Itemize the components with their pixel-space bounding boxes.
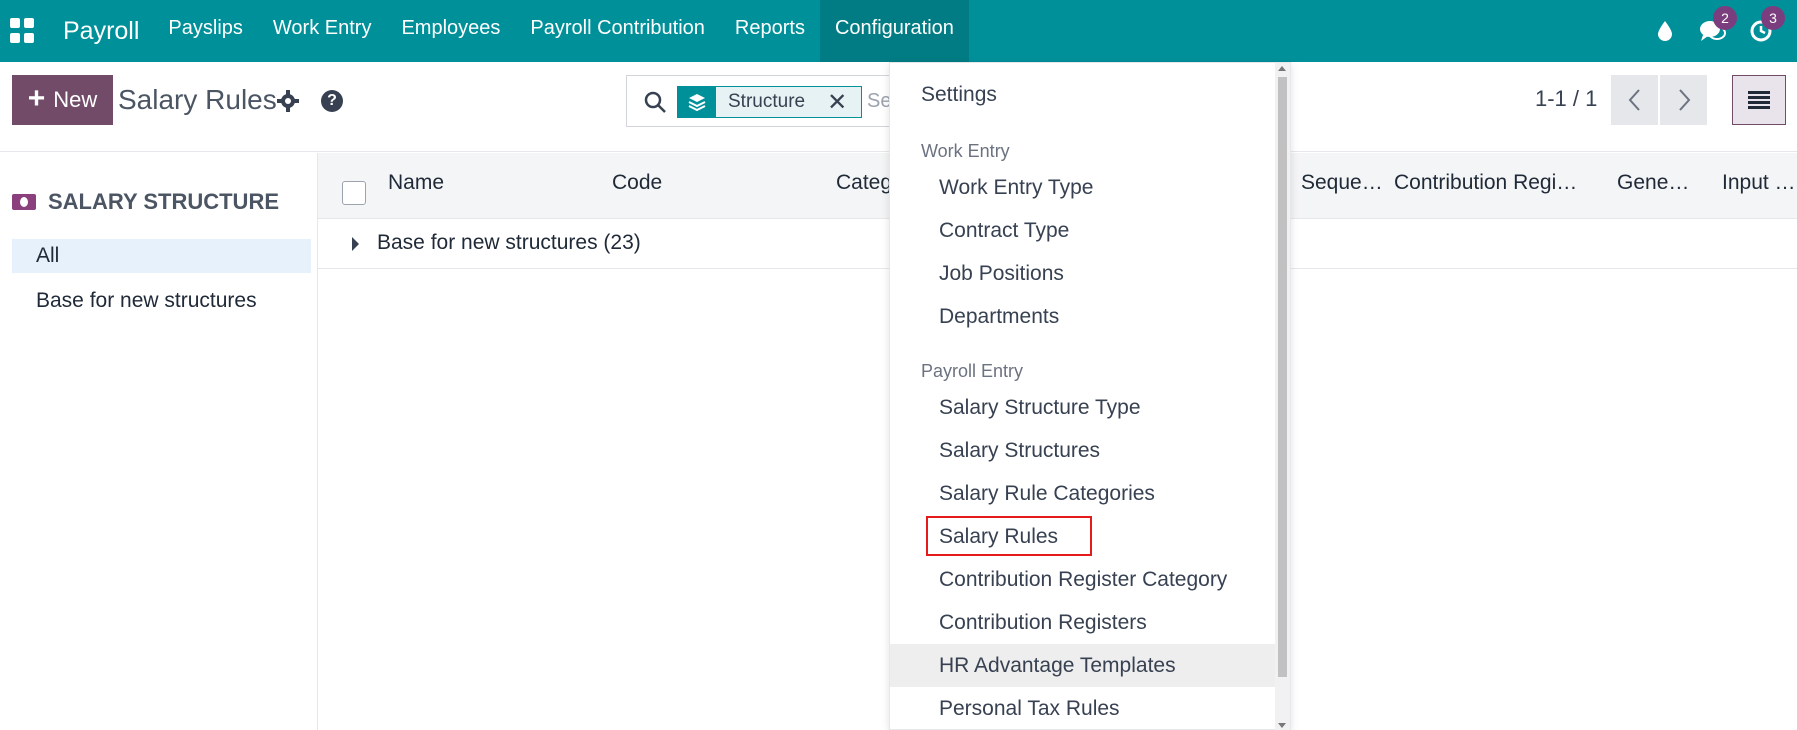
apps-menu-icon[interactable]	[10, 18, 36, 44]
section-work-entry: Work Entry	[921, 141, 1010, 161]
menu-item-contract-type[interactable]: Contract Type	[890, 209, 1276, 252]
scroll-thumb[interactable]	[1278, 77, 1287, 677]
group-label: Base for new structures (23)	[377, 231, 641, 254]
menu-item-salary-structure-type[interactable]: Salary Structure Type	[890, 386, 1276, 429]
section-payroll-entry: Payroll Entry	[921, 361, 1024, 381]
highlight-box	[926, 516, 1092, 556]
panel-item-base-for-new-structures[interactable]: Base for new structures	[12, 284, 311, 318]
gear-icon[interactable]	[277, 90, 299, 112]
activities-badge: 3	[1761, 6, 1785, 30]
app-brand[interactable]: Payroll	[63, 17, 139, 46]
pager-next-button[interactable]	[1660, 75, 1707, 125]
new-button-label: New	[53, 87, 98, 112]
navbar-systray: 2 3	[1641, 0, 1797, 62]
menu-item-work-entry-type[interactable]: Work Entry Type	[890, 166, 1276, 209]
menu-item-salary-structures[interactable]: Salary Structures	[890, 429, 1276, 472]
messages-badge: 2	[1713, 6, 1737, 30]
menu-item-settings[interactable]: Settings	[890, 73, 1276, 116]
search-panel-header: SALARY STRUCTURE	[12, 189, 279, 215]
top-navbar: Payroll Payslips Work Entry Employees Pa…	[0, 0, 1797, 62]
scroll-up-arrow-icon[interactable]	[1278, 66, 1286, 71]
column-code[interactable]: Code	[612, 171, 662, 195]
search-facet: Structure ✕	[677, 86, 863, 118]
messages-icon[interactable]: 2	[1689, 0, 1737, 62]
menu-item-contribution-registers[interactable]: Contribution Registers	[890, 601, 1276, 644]
search-panel: SALARY STRUCTURE All Base for new struct…	[0, 153, 318, 730]
pager-previous-button[interactable]	[1611, 75, 1658, 125]
facet-remove-icon[interactable]: ✕	[827, 88, 847, 117]
column-category[interactable]: Categ	[836, 171, 892, 195]
menu-item-salary-rule-categories[interactable]: Salary Rule Categories	[890, 472, 1276, 515]
page-title: Salary Rules	[118, 84, 277, 115]
new-button[interactable]: + New	[12, 75, 113, 125]
select-all-checkbox[interactable]	[342, 181, 366, 205]
help-icon[interactable]: ?	[321, 90, 343, 112]
configuration-dropdown: Settings Work Entry Work Entry Type Cont…	[889, 62, 1291, 730]
menu-item-departments[interactable]: Departments	[890, 295, 1276, 338]
dropdown-scrollbar[interactable]	[1275, 63, 1290, 730]
pager-value[interactable]: 1-1 / 1	[1535, 86, 1597, 112]
menu-item-personal-tax-rules[interactable]: Personal Tax Rules	[890, 687, 1276, 730]
column-name[interactable]: Name	[388, 171, 444, 195]
list-view-button[interactable]	[1732, 75, 1786, 125]
plus-icon: +	[27, 81, 46, 115]
facet-label: Structure	[728, 91, 806, 112]
search-box[interactable]: Structure ✕ Se	[626, 75, 906, 127]
column-sequence[interactable]: Seque…	[1301, 171, 1383, 195]
panel-item-all[interactable]: All	[12, 239, 311, 273]
menu-work-entry[interactable]: Work Entry	[258, 0, 387, 62]
menu-item-contribution-register-category[interactable]: Contribution Register Category	[890, 558, 1276, 601]
caret-right-icon	[352, 237, 359, 251]
activities-icon[interactable]: 3	[1737, 0, 1785, 62]
menu-item-hr-advantage-templates[interactable]: HR Advantage Templates	[890, 644, 1276, 687]
column-contribution-register[interactable]: Contribution Regi…	[1394, 171, 1577, 195]
menu-reports[interactable]: Reports	[720, 0, 820, 62]
money-icon	[12, 194, 36, 210]
menu-configuration[interactable]: Configuration	[819, 0, 969, 62]
search-placeholder[interactable]: Se	[867, 90, 891, 113]
menu-payroll-contribution[interactable]: Payroll Contribution	[515, 0, 720, 62]
layers-icon	[678, 87, 716, 117]
menu-payslips[interactable]: Payslips	[153, 0, 257, 62]
column-general[interactable]: Gene…	[1617, 171, 1689, 195]
search-icon[interactable]	[643, 90, 667, 114]
column-input[interactable]: Input …	[1722, 171, 1796, 195]
scroll-down-arrow-icon[interactable]	[1278, 723, 1286, 728]
drop-icon[interactable]	[1641, 0, 1689, 62]
menu-employees[interactable]: Employees	[386, 0, 515, 62]
menu-item-job-positions[interactable]: Job Positions	[890, 252, 1276, 295]
